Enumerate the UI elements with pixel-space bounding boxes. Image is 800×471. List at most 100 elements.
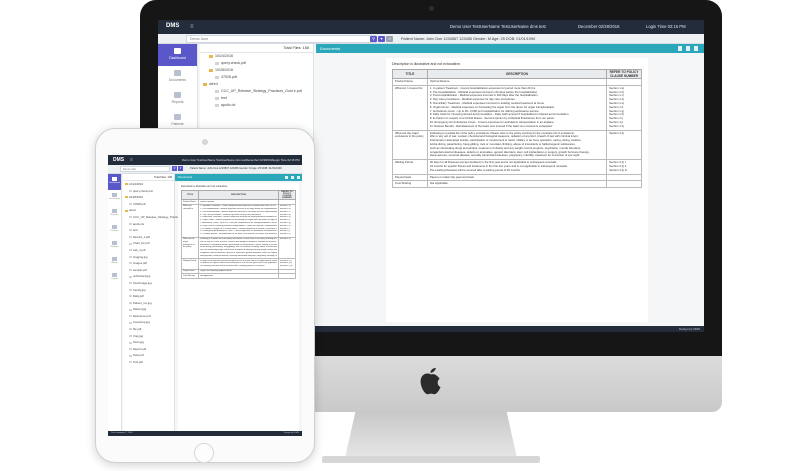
tablet-document-header: Documents bbox=[175, 174, 302, 181]
dashboard-icon bbox=[174, 48, 181, 54]
tablet-file-icon bbox=[129, 236, 132, 239]
tablet-file-icon bbox=[129, 268, 132, 271]
cell-title: Cost Sharing bbox=[392, 180, 428, 189]
sidebar-item-documents[interactable]: Documents bbox=[158, 66, 197, 88]
tablet-ref-line: Section 4 (i) iii. bbox=[279, 265, 294, 268]
tablet-sidebar-item-label: Documents bbox=[108, 198, 121, 200]
tablet-file-icon bbox=[129, 222, 132, 225]
tablet-search-button-icon[interactable]: ⚲ bbox=[172, 166, 177, 171]
tablet-tree-item[interactable]: Xray.jpg bbox=[123, 333, 174, 340]
tablet-tree-item[interactable]: Reference.pdf bbox=[123, 313, 174, 320]
tablet-tree-item[interactable]: Family.jpg bbox=[123, 287, 174, 294]
tablet-tree-item[interactable]: Images.pdf bbox=[123, 260, 174, 267]
tablet-documents-icon bbox=[112, 193, 117, 197]
tablet-tree-item[interactable]: Lab_1.pdf bbox=[123, 247, 174, 254]
folder-icon bbox=[209, 68, 213, 72]
tablet-sidebar-item-patients[interactable]: Patients bbox=[108, 222, 121, 238]
search-input[interactable]: Demo User bbox=[186, 35, 376, 43]
tablet-tree-item[interactable]: Patient_rec.jpg bbox=[123, 300, 174, 307]
tablet-tree-item[interactable]: file.pdf bbox=[123, 326, 174, 333]
document-intro: Description is illustrative and not exha… bbox=[392, 62, 461, 66]
app-brand[interactable]: DMS bbox=[166, 23, 179, 29]
tablet-app-brand[interactable]: DMS bbox=[113, 157, 124, 163]
table-row: Product Name Optima Restore bbox=[392, 78, 642, 86]
tablet-tree-item[interactable]: ScanImage.jpg bbox=[123, 280, 174, 287]
tablet-tree-item[interactable]: apollo.dv bbox=[123, 221, 174, 228]
tablet-file-icon bbox=[129, 275, 132, 278]
tablet-tree-item-label: ScanImage.jpg bbox=[133, 280, 152, 285]
tablet-sidebar-item-admin[interactable]: Admin bbox=[108, 254, 121, 270]
tablet-user-label[interactable]: Demo User TestUserName TestUserName dms … bbox=[182, 158, 246, 162]
tablet-table-row: What am I covered for 1. In-patient Treat… bbox=[180, 203, 297, 238]
tablet-sidebar-item-logout[interactable]: Logout bbox=[108, 270, 121, 286]
print-icon[interactable] bbox=[686, 46, 690, 51]
tablet-search-input[interactable]: Demo User bbox=[120, 166, 170, 172]
file-icon bbox=[215, 89, 219, 93]
search-button-icon[interactable]: ⚲ bbox=[370, 36, 377, 42]
hamburger-menu-icon[interactable]: ≡ bbox=[190, 24, 194, 30]
tablet-tree-item[interactable]: Imaging.jpg bbox=[123, 254, 174, 261]
tablet-tree-item[interactable]: test bbox=[123, 227, 174, 234]
tablet-tree-item[interactable]: Report.pdf bbox=[123, 346, 174, 353]
tablet-logout-icon bbox=[112, 273, 117, 277]
tree-item[interactable]: 47528.pdf bbox=[200, 74, 313, 81]
total-files-label: Total Files: 168 bbox=[200, 44, 313, 53]
tablet-tree-item[interactable]: unfinished.jpg bbox=[123, 273, 174, 280]
tablet-tree-item[interactable]: Record_1.pdf bbox=[123, 234, 174, 241]
tablet-folder-icon bbox=[125, 196, 128, 199]
tablet-file-icon bbox=[129, 334, 132, 337]
close-icon[interactable] bbox=[694, 46, 698, 51]
tree-item[interactable]: 10/28/2016 bbox=[200, 67, 313, 74]
tablet-print-icon[interactable] bbox=[291, 176, 294, 179]
tablet-tree-item[interactable]: Test.pdf bbox=[123, 359, 174, 366]
tree-item[interactable]: 10/24/2016 bbox=[200, 53, 313, 60]
tablet-tree-item[interactable]: sample.pdf bbox=[123, 267, 174, 274]
tablet-tree-item-label: Scan.jpg bbox=[133, 340, 144, 345]
tablet-download-icon[interactable] bbox=[285, 176, 288, 179]
tablet-tree-item-label: Insurance.jpg bbox=[133, 320, 150, 325]
document-panel: Documents Description is illustrative an… bbox=[316, 44, 704, 332]
tablet-tree-item[interactable]: Note.pdf bbox=[123, 352, 174, 359]
tree-item[interactable]: apollo.dv bbox=[200, 102, 313, 109]
tablet-tree-item[interactable]: Scan.jpg bbox=[123, 339, 174, 346]
tablet-tree-item[interactable]: Insurance.jpg bbox=[123, 319, 174, 326]
tablet-tree-item[interactable]: Patient.jpg bbox=[123, 306, 174, 313]
tablet-date-label: December 02/28/2016 bbox=[246, 158, 274, 162]
tree-item[interactable]: query.check.pdf bbox=[200, 60, 313, 67]
tablet-dropdown-button-icon[interactable]: ▾ bbox=[178, 166, 183, 171]
description-line: 11. Restore Benefit - Reinstatement of t… bbox=[429, 124, 553, 128]
user-label[interactable]: Demo User TestUserName TestUserName dms … bbox=[450, 24, 546, 29]
tablet-tree-item[interactable]: wired bbox=[123, 207, 174, 214]
tablet-tree-item[interactable]: Chart_Dx.pdf bbox=[123, 240, 174, 247]
ref-line bbox=[609, 182, 639, 186]
table-row: Cost Sharing Not Applicable bbox=[392, 180, 642, 189]
tablet-tree-item[interactable]: 47528.pdf bbox=[123, 201, 174, 208]
tablet-tree-item[interactable]: Daily.pdf bbox=[123, 293, 174, 300]
ref-line bbox=[609, 176, 639, 180]
tablet-col-header-title: TITLE bbox=[180, 190, 200, 200]
sidebar-item-label: Dashboard bbox=[169, 56, 186, 60]
tablet-document-page: Description is illustrative and not exha… bbox=[178, 183, 299, 431]
tablet-tree-item[interactable]: query.check.pdf bbox=[123, 188, 174, 195]
tree-item[interactable]: wired bbox=[200, 81, 313, 88]
tree-item[interactable]: test bbox=[200, 95, 313, 102]
tablet-sidebar-item-label: Logout bbox=[111, 278, 118, 280]
tablet-sidebar-item-documents[interactable]: Documents bbox=[108, 190, 121, 206]
tablet-tree-item[interactable]: 10/28/2016 bbox=[123, 194, 174, 201]
dropdown-button-icon[interactable]: ▾ bbox=[378, 36, 385, 42]
tablet-sidebar-item-settings[interactable]: Settings bbox=[108, 238, 121, 254]
sidebar-item-dashboard[interactable]: Dashboard bbox=[158, 44, 197, 66]
tree-item[interactable]: CCC_UP_Release_Strategy_Practices_Guid e… bbox=[200, 88, 313, 95]
tablet-tree-item[interactable]: 10/24/2016 bbox=[123, 181, 174, 188]
sidebar-item-reports[interactable]: Reports bbox=[158, 88, 197, 110]
download-icon[interactable] bbox=[678, 46, 682, 51]
tablet-sidebar-item-dashboard[interactable]: Dashboard bbox=[108, 174, 121, 190]
tablet-hamburger-menu-icon[interactable]: ≡ bbox=[130, 157, 133, 163]
tablet-tree-item[interactable]: CCC_UP_Release_Strategy_Practices_Guide.… bbox=[123, 214, 195, 221]
top-bar: DMS ≡ Demo User TestUserName TestUserNam… bbox=[158, 20, 704, 34]
clear-button-icon[interactable]: × bbox=[386, 36, 393, 42]
tablet-close-icon[interactable] bbox=[297, 176, 300, 179]
tablet-sidebar-item-reports[interactable]: Reports bbox=[108, 206, 121, 222]
tablet-sidebar-item-label: Patients bbox=[110, 230, 119, 232]
file-tree-list: 10/24/2016 query.check.pdf 10/28/2016 47528… bbox=[200, 53, 313, 109]
